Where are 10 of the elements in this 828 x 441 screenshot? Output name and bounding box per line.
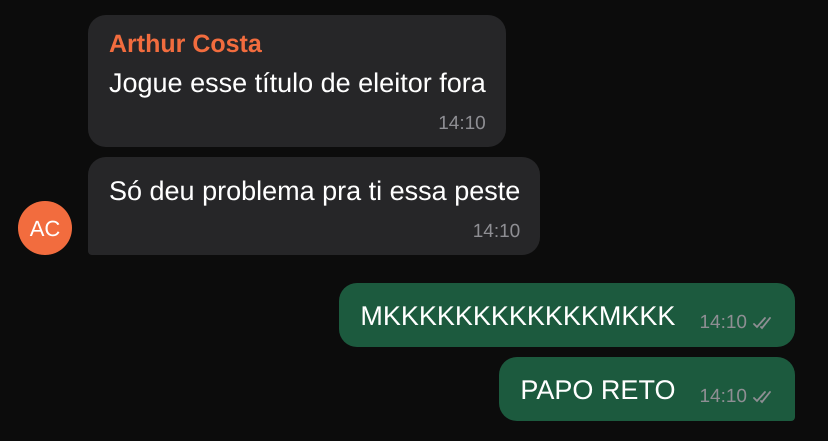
timestamp: 14:10: [438, 113, 486, 134]
timestamp: 14:10: [472, 221, 520, 242]
sender-name: Arthur Costa: [109, 29, 263, 60]
message-text: Só deu problema pra ti essa peste: [109, 175, 520, 208]
timestamp: 14:10: [699, 312, 747, 334]
message-text: MKKKKKKKKKKKKMKKK: [360, 300, 676, 333]
avatar: AC: [18, 201, 72, 255]
message-text: Jogue esse título de eleitor fora: [109, 67, 486, 100]
timestamp: 14:10: [699, 386, 747, 408]
message-text: PAPO RETO: [520, 374, 676, 407]
